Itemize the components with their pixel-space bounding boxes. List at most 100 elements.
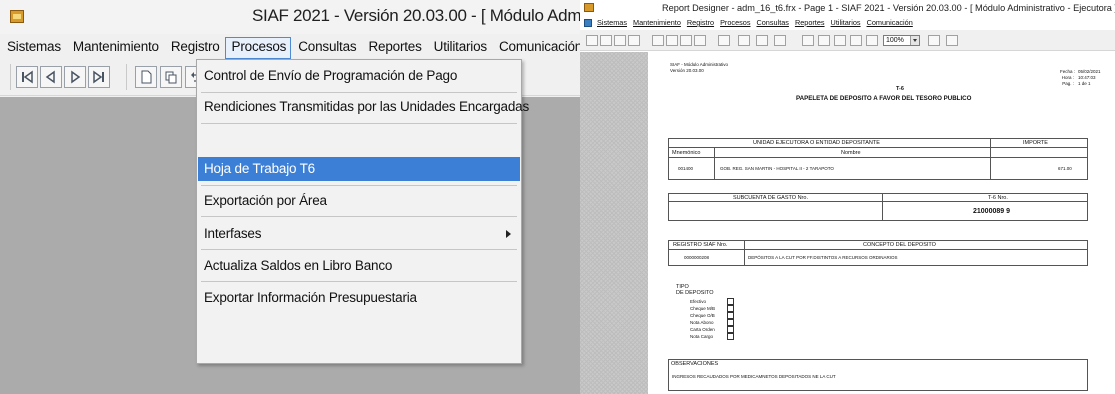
layout-icon[interactable] <box>774 35 786 46</box>
menu-procesos[interactable]: Procesos <box>224 37 292 59</box>
first-icon[interactable] <box>16 66 38 88</box>
r-menu-procesos[interactable]: Procesos <box>718 17 754 29</box>
menu-separator <box>201 281 517 282</box>
checkbox-efectivo <box>727 298 734 312</box>
report-menu-icon <box>584 19 592 27</box>
copy-icon[interactable] <box>160 66 182 88</box>
preview-last-icon[interactable] <box>866 35 878 46</box>
preview-first-icon[interactable] <box>802 35 814 46</box>
menu-separator <box>201 123 517 124</box>
menu-mantenimiento[interactable]: Mantenimiento <box>66 37 164 59</box>
checkbox-carta-orden <box>727 326 734 333</box>
registro-value: 0000000208 <box>684 255 710 260</box>
table-line <box>744 240 745 266</box>
menu-item-control-envio[interactable]: Control de Envío de Programación de Pago <box>198 64 520 88</box>
observaciones-label: OBSERVACIONES <box>671 361 719 367</box>
close-icon[interactable] <box>718 35 730 46</box>
importe-value: 671.00 <box>1058 166 1072 171</box>
menu-item-exportacion-area[interactable]: Exportación por Área <box>198 189 520 213</box>
table-line <box>990 138 991 180</box>
right-window: Report Designer - adm_16_t6.frx - Page 1… <box>580 0 1115 394</box>
menu-item-hoja-trabajo-t6[interactable]: Hoja de Trabajo T6 <box>198 157 520 181</box>
table-line <box>668 201 1088 202</box>
undo-icon[interactable] <box>680 35 692 46</box>
printer-icon[interactable] <box>946 35 958 46</box>
prev-icon[interactable] <box>40 66 62 88</box>
t6nro-header: T-6 Nro. <box>988 195 1008 201</box>
band-icon[interactable] <box>756 35 768 46</box>
menu-reportes[interactable]: Reportes <box>361 37 426 59</box>
r-menu-utilitarios[interactable]: Utilitarios <box>829 17 865 29</box>
menu-consultas[interactable]: Consultas <box>291 37 361 59</box>
tipo-carta-orden: Carta Orden <box>690 327 715 332</box>
r-menu-sistemas[interactable]: Sistemas <box>595 17 631 29</box>
importe-header: IMPORTE <box>1023 140 1048 146</box>
menu-separator <box>201 216 517 217</box>
left-window: SIAF 2021 - Versión 20.03.00 - [ Módulo … <box>0 0 580 394</box>
menu-registro[interactable]: Registro <box>164 37 225 59</box>
nombre-header: Nombre <box>841 150 861 156</box>
toolbar-separator <box>10 64 11 90</box>
r-menu-comunicacion[interactable]: Comunicación <box>865 17 917 29</box>
table-line <box>668 249 1088 250</box>
procesos-dropdown: Control de Envío de Programación de Pago… <box>196 59 529 364</box>
menu-item-exportar-presupuestaria[interactable]: Exportar Información Presupuestaria <box>198 286 520 310</box>
preview-next-icon[interactable] <box>850 35 862 46</box>
subcuenta-header: SUBCUENTA DE GASTO Nro. <box>733 195 808 201</box>
r-menu-consultas[interactable]: Consultas <box>754 17 792 29</box>
hora-label: Hora : <box>1061 75 1074 80</box>
pag-label: Pag. : <box>1062 81 1074 86</box>
fecha-label: Fecha : <box>1060 69 1076 74</box>
first-page-icon[interactable] <box>586 35 598 46</box>
prev-page-icon[interactable] <box>600 35 612 46</box>
menu-utilitarios[interactable]: Utilitarios <box>427 37 492 59</box>
title-bar: SIAF 2021 - Versión 20.03.00 - [ Módulo … <box>0 0 580 34</box>
hora-value: 10:47:03 <box>1078 75 1096 80</box>
header-version: Versión 20.03.00 <box>670 68 704 73</box>
toolbar-separator <box>126 64 127 90</box>
last-page-icon[interactable] <box>628 35 640 46</box>
checkbox-nota-abono <box>727 319 734 326</box>
unidad-header: UNIDAD EJECUTORA O ENTIDAD DEPOSITANTE <box>753 140 880 146</box>
menu-item-interfases-label: Interfases <box>204 226 262 241</box>
form-code: T-6 <box>896 86 904 92</box>
app-icon <box>10 10 24 23</box>
grid-icon[interactable] <box>738 35 750 46</box>
menu-separator <box>201 92 517 93</box>
preview-prev-icon[interactable] <box>818 35 830 46</box>
window-title: SIAF 2021 - Versión 20.03.00 - [ Módulo … <box>252 6 580 25</box>
print-icon[interactable] <box>694 35 706 46</box>
table-line <box>714 147 715 180</box>
goto-page-icon[interactable] <box>834 35 846 46</box>
menu-item-actualiza-saldos[interactable]: Actualiza Saldos en Libro Banco <box>198 254 520 278</box>
menu-separator <box>201 249 517 250</box>
report-page: SIAF - Módulo Administrativo Versión 20.… <box>648 52 1115 394</box>
menu-item-interfases[interactable]: Interfases <box>198 222 520 246</box>
r-menu-mantenimiento[interactable]: Mantenimiento <box>631 17 685 29</box>
form-title: PAPELETA DE DEPOSITO A FAVOR DEL TESORO … <box>796 95 972 102</box>
r-menu-reportes[interactable]: Reportes <box>793 17 829 29</box>
r-menu-registro[interactable]: Registro <box>685 17 718 29</box>
observaciones-value: INGRESOS RECAUDADOS POR MEDICAMNETOS DEP… <box>672 374 836 379</box>
menu-comunicacion[interactable]: Comunicación <box>492 37 580 59</box>
mnemonico-header: Mnemónico <box>672 150 701 156</box>
pag-value: 1 de 1 <box>1078 81 1091 86</box>
new-icon[interactable] <box>135 66 157 88</box>
mnemonico-value: 001400 <box>678 166 694 171</box>
find-icon[interactable] <box>928 35 940 46</box>
copy-icon[interactable] <box>666 35 678 46</box>
last-icon[interactable] <box>88 66 110 88</box>
table-line <box>668 157 1088 158</box>
zoom-value: 100% <box>886 37 904 44</box>
app-icon <box>584 3 594 12</box>
zoom-select[interactable]: 100% <box>883 35 920 46</box>
next-page-icon[interactable] <box>614 35 626 46</box>
menu-separator <box>201 185 517 186</box>
menu-item-rendiciones[interactable]: Rendiciones Transmitidas por las Unidade… <box>198 95 529 119</box>
new-icon[interactable] <box>652 35 664 46</box>
next-icon[interactable] <box>64 66 86 88</box>
t6nro-value: 21000089 9 <box>973 208 1010 215</box>
tipo-nota-cargo: Nota Cargo <box>690 334 714 339</box>
table-line <box>668 147 1088 148</box>
menu-sistemas[interactable]: Sistemas <box>0 37 66 59</box>
